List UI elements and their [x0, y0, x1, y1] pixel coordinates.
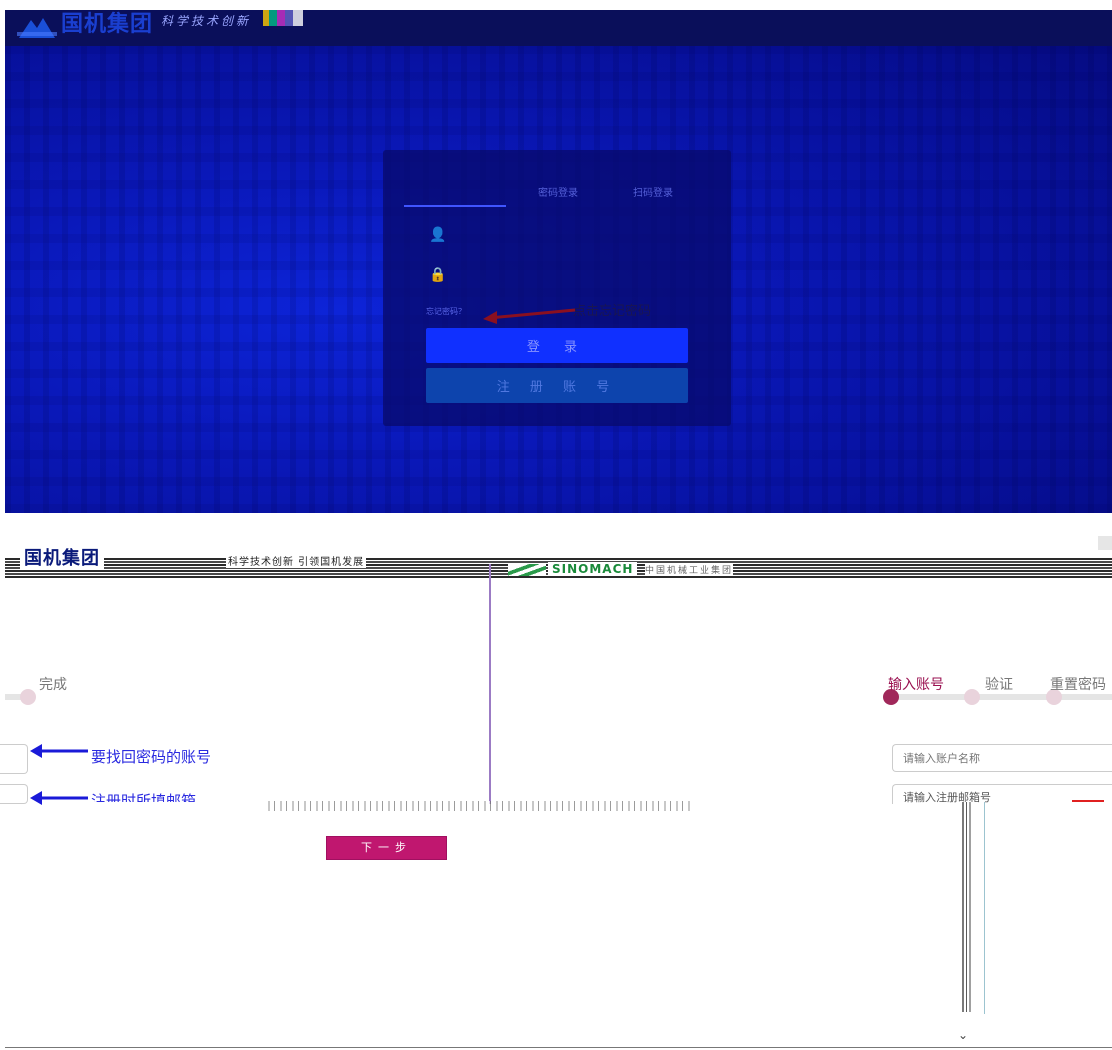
scrollbar-edge	[984, 802, 985, 1014]
annotation-forgot-password: 点击忘记密码	[573, 304, 652, 319]
step-dot-complete	[20, 689, 36, 705]
login-card: 密码登录 扫码登录 👤 🔒 忘记密码？ 登 录 注 册 账 号	[383, 150, 731, 426]
account-input[interactable]	[892, 744, 1112, 772]
annotation-email: 注册时所填邮箱	[91, 792, 197, 802]
brand-tagline: 中国机械工业集团	[645, 563, 734, 576]
slogan-badge	[263, 10, 303, 26]
render-artifact	[263, 801, 693, 811]
user-icon: 👤	[429, 227, 447, 243]
step-dot-verify	[964, 689, 980, 705]
slogan-text: 科学技术创新 引领国机发展	[226, 553, 367, 568]
divider	[5, 1047, 1112, 1048]
logo-text: 国机集团	[20, 544, 104, 570]
sinomach-logo-icon	[17, 18, 57, 38]
step-label-reset-password: 重置密码	[1050, 677, 1106, 693]
tab-password-login[interactable]: 密码登录	[538, 184, 578, 199]
email-field-cropped[interactable]	[0, 784, 28, 804]
slogan-text: 科学技术创新	[161, 14, 252, 28]
account-field-cropped[interactable]	[0, 744, 28, 774]
top-header-bar: 国机集团 科学技术创新	[5, 10, 1112, 46]
next-step-button[interactable]: 下一步	[326, 836, 447, 860]
chevron-down-icon[interactable]: ⌄	[958, 1028, 968, 1042]
divider	[489, 564, 491, 804]
annotation-arrow-icon	[30, 791, 88, 805]
step-label-input-account: 输入账号	[888, 677, 944, 693]
step-label-complete: 完成	[39, 677, 67, 693]
register-button[interactable]: 注 册 账 号	[426, 368, 688, 403]
step-track	[890, 694, 1112, 700]
reset-password-screenshot: 国机集团 科学技术创新 引领国机发展 SINOMACH 中国机械工业集团 完成 …	[0, 520, 1112, 1050]
login-screenshot: 国机集团 科学技术创新 密码登录 扫码登录 👤 🔒 忘记密码？ 登 录 注 册 …	[5, 10, 1112, 513]
login-button[interactable]: 登 录	[426, 328, 688, 363]
step-label-verify: 验证	[985, 677, 1013, 693]
annotation-arrow-icon	[30, 744, 88, 758]
scrollbar-corner	[1098, 536, 1112, 550]
forgot-password-link[interactable]: 忘记密码？	[426, 306, 466, 317]
lock-icon: 🔒	[429, 267, 447, 283]
tab-qrcode-login[interactable]: 扫码登录	[633, 184, 673, 199]
sinomach-logo-icon	[508, 564, 546, 576]
brand-name: SINOMACH	[548, 562, 638, 576]
logo-text: 国机集团	[61, 12, 154, 37]
active-tab-indicator	[404, 205, 506, 207]
scrollbar[interactable]	[962, 802, 976, 1012]
annotation-account: 要找回密码的账号	[91, 748, 212, 766]
error-indicator	[1072, 800, 1104, 802]
